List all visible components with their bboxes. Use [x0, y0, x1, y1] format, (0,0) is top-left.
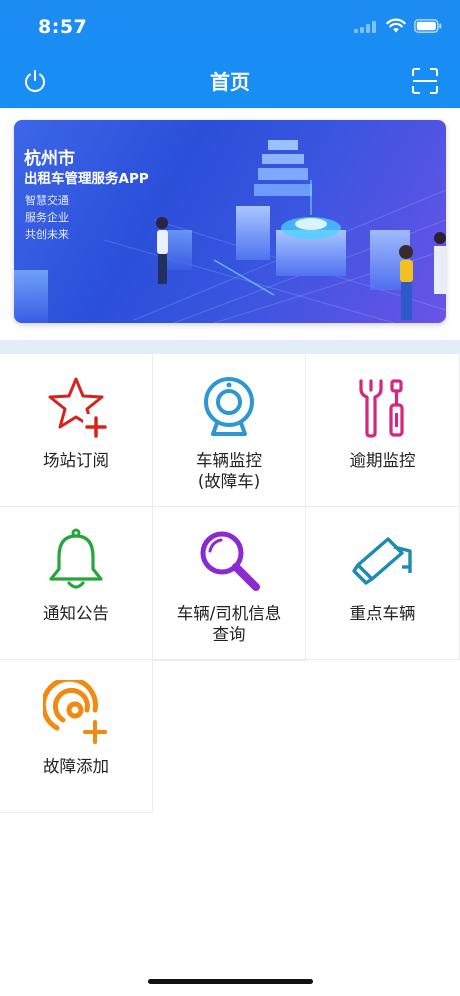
broadcast-plus-icon [41, 678, 111, 748]
signal-icon [354, 19, 378, 33]
wifi-icon [386, 18, 406, 33]
scan-button[interactable] [408, 64, 442, 98]
menu-item-label: 重点车辆 [349, 604, 416, 623]
cctv-camera-icon [348, 525, 418, 595]
menu-item-label: 通知公告 [43, 604, 109, 623]
scan-icon [412, 68, 438, 94]
banner-title: 杭州市 [24, 149, 75, 169]
header: 8:57 首页 [0, 0, 460, 108]
menu-item-label: 车辆监控 (故障车) [196, 451, 262, 491]
menu-grid: 场站订阅 车辆监控 (故障车) 逾期监控 通知公告 车辆/司机信息 查询 重点车… [0, 354, 460, 813]
banner-illustration [14, 140, 446, 323]
app-screen: 8:57 首页 杭州市 出租车管理服务APP 智慧交通 服务企业 共创未来 场站… [0, 0, 460, 996]
page-title: 首页 [210, 70, 250, 94]
section-divider [0, 340, 460, 354]
menu-item-label: 车辆/司机信息 查询 [176, 604, 282, 644]
menu-item-label: 逾期监控 [349, 451, 416, 470]
status-time: 8:57 [38, 16, 88, 38]
menu-item-label: 故障添加 [43, 757, 109, 776]
camera-icon [194, 372, 264, 442]
bell-icon [41, 525, 111, 595]
menu-item-vehicle-monitoring[interactable]: 车辆监控 (故障车) [153, 354, 306, 507]
banner-subtitle: 出租车管理服务APP [24, 171, 149, 187]
menu-item-overdue-monitoring[interactable]: 逾期监控 [306, 354, 460, 507]
battery-icon [414, 18, 442, 33]
banner-section: 杭州市 出租车管理服务APP 智慧交通 服务企业 共创未来 [0, 108, 460, 340]
menu-item-station-subscription[interactable]: 场站订阅 [0, 354, 153, 507]
tools-icon [348, 372, 418, 442]
menu-item-notices[interactable]: 通知公告 [0, 507, 153, 660]
grid-empty-cell [153, 660, 306, 813]
menu-item-vehicle-driver-query[interactable]: 车辆/司机信息 查询 [153, 507, 306, 660]
status-icons [354, 18, 442, 33]
menu-item-key-vehicles[interactable]: 重点车辆 [306, 507, 460, 660]
banner-line-2: 服务企业 [25, 211, 69, 224]
menu-item-label: 场站订阅 [43, 451, 109, 470]
promo-banner[interactable]: 杭州市 出租车管理服务APP 智慧交通 服务企业 共创未来 [14, 120, 446, 323]
search-icon [194, 525, 264, 595]
menu-item-fault-add[interactable]: 故障添加 [0, 660, 153, 813]
banner-line-1: 智慧交通 [25, 194, 69, 207]
star-plus-icon [41, 372, 111, 442]
banner-line-3: 共创未来 [25, 228, 69, 241]
home-indicator [148, 979, 313, 984]
